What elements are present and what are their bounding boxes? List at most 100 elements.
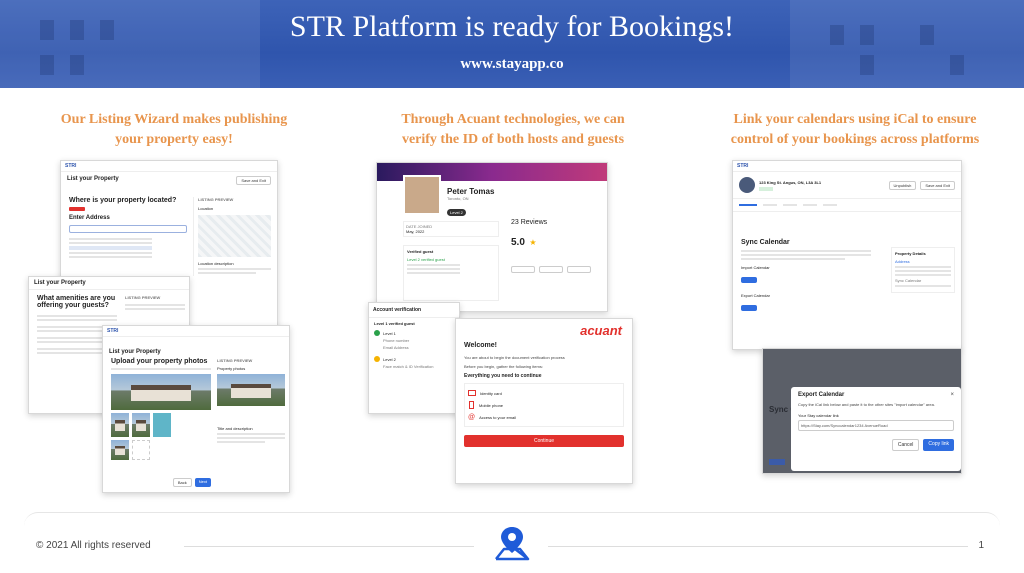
location-pin-icon bbox=[495, 527, 530, 561]
house-photo bbox=[111, 413, 129, 437]
before-begin-text: Before you begin, gather the following i… bbox=[464, 364, 543, 369]
column-heading-ical: Link your calendars using iCal to ensure… bbox=[730, 112, 980, 147]
export-button[interactable] bbox=[741, 305, 757, 311]
acuant-welcome-screen: acuant Welcome! You are about to begin t… bbox=[455, 318, 633, 484]
brand-logo: STRI bbox=[737, 163, 749, 169]
sort-review-tab[interactable] bbox=[567, 266, 591, 273]
calendar-link-input[interactable]: https://Stay.com/Synccalendar1234 Avenue… bbox=[798, 420, 954, 431]
next-button[interactable]: Next bbox=[194, 478, 211, 487]
unpublish-button[interactable]: Unpublish bbox=[888, 180, 917, 190]
house-photo bbox=[132, 413, 150, 437]
property-address: 123 King St. Angus, ON, L3A 3L1 bbox=[759, 179, 822, 185]
back-button[interactable]: Back bbox=[172, 478, 192, 487]
map-preview bbox=[198, 215, 271, 257]
location-description-label: Location description bbox=[198, 261, 234, 266]
footer-divider bbox=[184, 546, 474, 547]
copyright-text: © 2021 All rights reserved bbox=[36, 540, 151, 551]
modal-title: Export Calendar bbox=[798, 392, 845, 398]
profile-avatar bbox=[403, 175, 441, 215]
house-photo bbox=[111, 374, 211, 410]
rating-value: 5.0 bbox=[511, 237, 525, 248]
screen-title: List your Property bbox=[109, 349, 161, 355]
everything-need-text: Everything you need to continue bbox=[464, 373, 542, 379]
screen-title: List your Property bbox=[34, 280, 86, 286]
id-card-icon bbox=[468, 390, 476, 396]
welcome-title: Welcome! bbox=[464, 342, 497, 349]
account-verification-title: Account verification bbox=[369, 303, 459, 318]
account-verification-screen: Account verification Level 1 verified gu… bbox=[368, 302, 460, 414]
details-address-link[interactable]: Address bbox=[895, 259, 951, 264]
about-to-begin-text: You are about to begin the document veri… bbox=[464, 355, 565, 360]
profile-location: Toronto, ON bbox=[447, 196, 469, 201]
footer: © 2021 All rights reserved 1 bbox=[24, 512, 1000, 573]
house-photo bbox=[111, 440, 129, 460]
level2-label: Level 2 bbox=[383, 356, 396, 362]
pending-icon bbox=[374, 356, 380, 362]
brand-logo: STRI bbox=[107, 328, 119, 334]
upload-slot[interactable] bbox=[132, 440, 150, 460]
property-details-screen: STRI 123 King St. Angus, ON, L3A 3L1 Unp… bbox=[732, 160, 962, 350]
import-button[interactable] bbox=[741, 277, 757, 283]
continue-button[interactable]: Continue bbox=[464, 435, 624, 447]
page-title: STR Platform is ready for Bookings! bbox=[289, 10, 735, 43]
amenities-question: What amenities are you offering your gue… bbox=[37, 295, 116, 309]
save-exit-button[interactable]: Save and Exit bbox=[236, 176, 271, 185]
email-icon: @ bbox=[468, 413, 476, 421]
title-description-label: Title and description bbox=[217, 426, 253, 431]
preview-label: LISTING PREVIEW bbox=[217, 358, 253, 363]
check-icon bbox=[374, 330, 380, 336]
email-address-item: Email Address bbox=[383, 345, 409, 350]
preview-label: LISTING PREVIEW bbox=[198, 197, 234, 202]
copy-link-button[interactable]: Copy link bbox=[923, 439, 954, 451]
verified-guest-label: Verified guest bbox=[407, 249, 434, 254]
level1-verified-label: Level 1 verified guest bbox=[374, 321, 415, 326]
screen-title: List your Property bbox=[67, 176, 119, 182]
profile-name: Peter Tomas bbox=[447, 187, 495, 196]
listing-wizard-photos-screen: STRI List your Property Upload your prop… bbox=[102, 325, 290, 493]
level1-label: Level 1 bbox=[383, 330, 396, 336]
sort-review-tab[interactable] bbox=[539, 266, 563, 273]
cancel-button[interactable]: Cancel bbox=[891, 439, 920, 451]
site-url: www.stayapp.co bbox=[460, 56, 564, 72]
face-match-item: Face match & ID Verification bbox=[383, 364, 434, 369]
identity-card-item: Identity card bbox=[480, 390, 502, 396]
sort-review-tab[interactable] bbox=[511, 266, 535, 273]
guest-profile-screen: Peter Tomas Toronto, ON Level 2 DATE JOI… bbox=[376, 162, 608, 312]
location-question: Where is your property located? bbox=[69, 197, 177, 204]
preview-label: LISTING PREVIEW bbox=[125, 295, 161, 300]
photos-question: Upload your property photos bbox=[111, 358, 208, 365]
sync-calendar-title: Sync Calendar bbox=[741, 239, 790, 246]
address-input[interactable] bbox=[69, 225, 187, 233]
property-details-label: Property Details bbox=[895, 251, 926, 256]
import-calendar-label: Import Calendar bbox=[741, 265, 770, 270]
close-icon[interactable]: × bbox=[950, 392, 954, 398]
location-label: Location bbox=[198, 206, 214, 211]
export-calendar-label: Export Calendar bbox=[741, 293, 770, 298]
footer-divider bbox=[548, 546, 968, 547]
pool-photo bbox=[153, 413, 171, 437]
phone-number-item: Phone number bbox=[383, 338, 410, 343]
modal-description: Copy the iCal link below and paste it to… bbox=[798, 402, 935, 407]
brand-logo: STRI bbox=[65, 163, 77, 169]
export-calendar-overlay: Sync Ca Export Calendar × Copy the iCal … bbox=[762, 348, 962, 474]
house-photo bbox=[217, 374, 285, 406]
email-access-item: Access to your email bbox=[479, 414, 517, 420]
phone-icon bbox=[469, 401, 474, 409]
profile-level-badge: Level 2 bbox=[447, 209, 466, 216]
mobile-phone-item: Mobile phone bbox=[479, 402, 504, 408]
property-photos-label: Property photos bbox=[217, 366, 246, 371]
column-heading-listing: Our Listing Wizard makes publishing your … bbox=[60, 112, 288, 147]
modal-link-label: Your Stay calendar link bbox=[798, 413, 839, 418]
details-sync-link[interactable]: Sync Calendar bbox=[895, 278, 951, 283]
header-banner: STR Platform is ready for Bookings! www.… bbox=[0, 0, 1024, 88]
enter-address-label: Enter Address bbox=[69, 215, 110, 221]
star-icon: ★ bbox=[529, 238, 537, 247]
reviews-title: 23 Reviews bbox=[511, 219, 548, 226]
acuant-logo: acuant bbox=[580, 323, 622, 338]
export-calendar-modal: Export Calendar × Copy the iCal link bel… bbox=[791, 387, 961, 471]
save-exit-button[interactable]: Save and Exit bbox=[920, 180, 955, 190]
page-number: 1 bbox=[978, 540, 984, 551]
background-button bbox=[769, 459, 785, 465]
level2-verified-label: Level 2 verified guest bbox=[407, 257, 445, 262]
date-joined-value: May, 2022 bbox=[406, 229, 425, 234]
